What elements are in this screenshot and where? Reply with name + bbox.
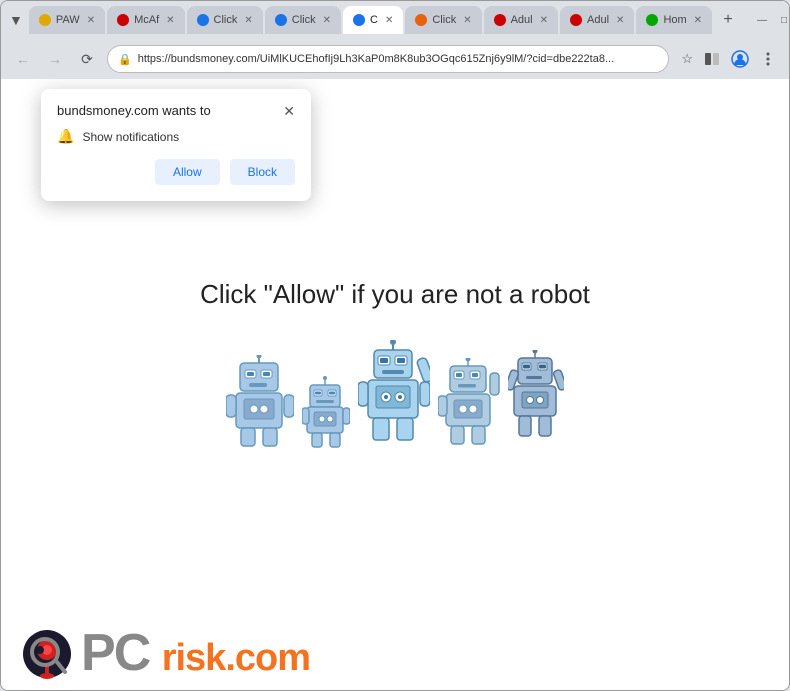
address-bar: ← → ⟳ 🔒 https://bundsmoney.com/UiMlKUCEh… [1, 39, 789, 79]
profile-icon[interactable] [729, 48, 751, 70]
popup-header: bundsmoney.com wants to ✕ [57, 103, 295, 118]
tab-close-click3[interactable]: ✕ [463, 15, 471, 26]
maximize-button[interactable]: □ [776, 12, 790, 28]
tab-close-paw[interactable]: ✕ [87, 15, 95, 26]
tab-close-click1[interactable]: ✕ [244, 15, 252, 26]
p-letter: P [81, 624, 114, 682]
menu-icon[interactable] [757, 48, 779, 70]
sidebar-icon[interactable] [701, 48, 723, 70]
toolbar-icons [701, 48, 779, 70]
tab-label-click2: Click [292, 14, 316, 26]
tab-click3[interactable]: Click ✕ [405, 6, 481, 34]
notification-popup: bundsmoney.com wants to ✕ 🔔 Show notific… [41, 89, 311, 201]
tab-label-adul1: Adul [511, 14, 533, 26]
block-button[interactable]: Block [230, 159, 295, 185]
allow-button[interactable]: Allow [155, 159, 220, 185]
robot-2 [302, 375, 350, 450]
pcrisk-logo-icon [21, 628, 73, 680]
page-content: bundsmoney.com wants to ✕ 🔔 Show notific… [1, 79, 789, 690]
reload-button[interactable]: ⟳ [75, 47, 99, 71]
tab-adul2[interactable]: Adul ✕ [560, 6, 634, 34]
tab-label-active: C [370, 14, 378, 26]
bell-icon: 🔔 [57, 128, 74, 145]
tab-mcaf[interactable]: McAf ✕ [107, 6, 184, 34]
tab-favicon-active [353, 14, 365, 26]
robots-illustration [226, 340, 564, 450]
tab-label-mcaf: McAf [134, 14, 159, 26]
secure-icon: 🔒 [118, 53, 132, 66]
popup-notification-row: 🔔 Show notifications [57, 128, 295, 145]
address-input[interactable]: 🔒 https://bundsmoney.com/UiMlKUCEhofIj9L… [107, 45, 669, 73]
tab-favicon-hom [646, 14, 658, 26]
c-letter: C [114, 624, 150, 682]
robot-4 [438, 358, 500, 450]
robot-3 [358, 340, 430, 450]
tab-favicon-paw [39, 14, 51, 26]
tab-favicon-click2 [275, 14, 287, 26]
page-headline: Click "Allow" if you are not a robot [200, 279, 590, 310]
tab-close-adul2[interactable]: ✕ [616, 15, 624, 26]
bookmark-icon[interactable]: ☆ [681, 51, 693, 67]
tab-favicon-adul2 [570, 14, 582, 26]
back-button[interactable]: ← [11, 47, 35, 71]
risk-text: risk.com [162, 637, 310, 679]
minimize-button[interactable]: — [754, 12, 770, 28]
tab-label-hom: Hom [663, 14, 686, 26]
tab-list-button[interactable]: ▼ [9, 8, 23, 32]
tab-favicon-click1 [197, 14, 209, 26]
tab-group: PAW ✕ McAf ✕ Click ✕ Click ✕ [29, 6, 742, 34]
tab-adul1[interactable]: Adul ✕ [484, 6, 558, 34]
robot-1 [226, 355, 294, 450]
tab-paw[interactable]: PAW ✕ [29, 6, 105, 34]
tab-active[interactable]: C ✕ [343, 6, 403, 34]
tab-label-click1: Click [214, 14, 238, 26]
new-tab-button[interactable]: + [714, 6, 742, 34]
robot-5 [508, 350, 564, 450]
tab-click1[interactable]: Click ✕ [187, 6, 263, 34]
tab-favicon-adul1 [494, 14, 506, 26]
title-bar: ▼ PAW ✕ McAf ✕ Click ✕ [1, 1, 789, 39]
tab-close-mcaf[interactable]: ✕ [166, 15, 174, 26]
tab-close-active[interactable]: ✕ [385, 15, 393, 26]
forward-button[interactable]: → [43, 47, 67, 71]
pcrisk-brand: PC risk.com [21, 627, 310, 680]
pc-text: PC [81, 624, 162, 682]
browser-window: ▼ PAW ✕ McAf ✕ Click ✕ [0, 0, 790, 691]
popup-title: bundsmoney.com wants to [57, 103, 211, 118]
tab-favicon-mcaf [117, 14, 129, 26]
tab-close-click2[interactable]: ✕ [323, 15, 331, 26]
url-text: https://bundsmoney.com/UiMlKUCEhofIj9Lh3… [138, 53, 659, 65]
tab-close-hom[interactable]: ✕ [694, 15, 702, 26]
tab-favicon-click3 [415, 14, 427, 26]
popup-notification-label: Show notifications [82, 130, 179, 144]
tab-close-adul1[interactable]: ✕ [540, 15, 548, 26]
tab-hom[interactable]: Hom ✕ [636, 6, 712, 34]
tab-label-paw: PAW [56, 14, 80, 26]
tab-click2[interactable]: Click ✕ [265, 6, 341, 34]
window-controls: — □ ✕ [754, 12, 790, 28]
tab-label-adul2: Adul [587, 14, 609, 26]
popup-buttons: Allow Block [57, 159, 295, 185]
popup-close-button[interactable]: ✕ [283, 104, 295, 118]
pcrisk-text-group: PC risk.com [81, 627, 310, 680]
tab-label-click3: Click [432, 14, 456, 26]
